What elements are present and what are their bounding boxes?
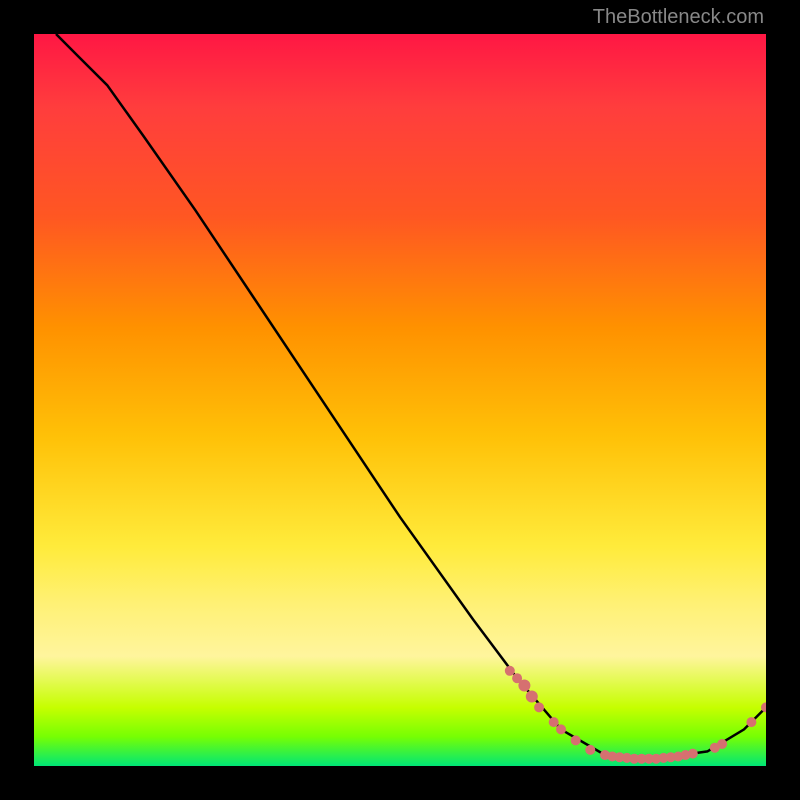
- data-marker: [688, 749, 698, 759]
- data-marker: [746, 717, 756, 727]
- bottleneck-curve: [56, 34, 766, 759]
- data-marker: [534, 702, 544, 712]
- data-marker: [505, 666, 515, 676]
- watermark-text: TheBottleneck.com: [593, 6, 764, 29]
- data-marker: [717, 739, 727, 749]
- data-marker: [518, 680, 530, 692]
- data-marker: [585, 745, 595, 755]
- chart-container: TheBottleneck.com: [0, 0, 800, 800]
- bottleneck-curve-svg: [34, 34, 766, 766]
- data-markers: [505, 666, 766, 764]
- data-marker: [571, 735, 581, 745]
- data-marker: [549, 717, 559, 727]
- plot-area: [34, 34, 766, 766]
- data-marker: [526, 691, 538, 703]
- data-marker: [556, 724, 566, 734]
